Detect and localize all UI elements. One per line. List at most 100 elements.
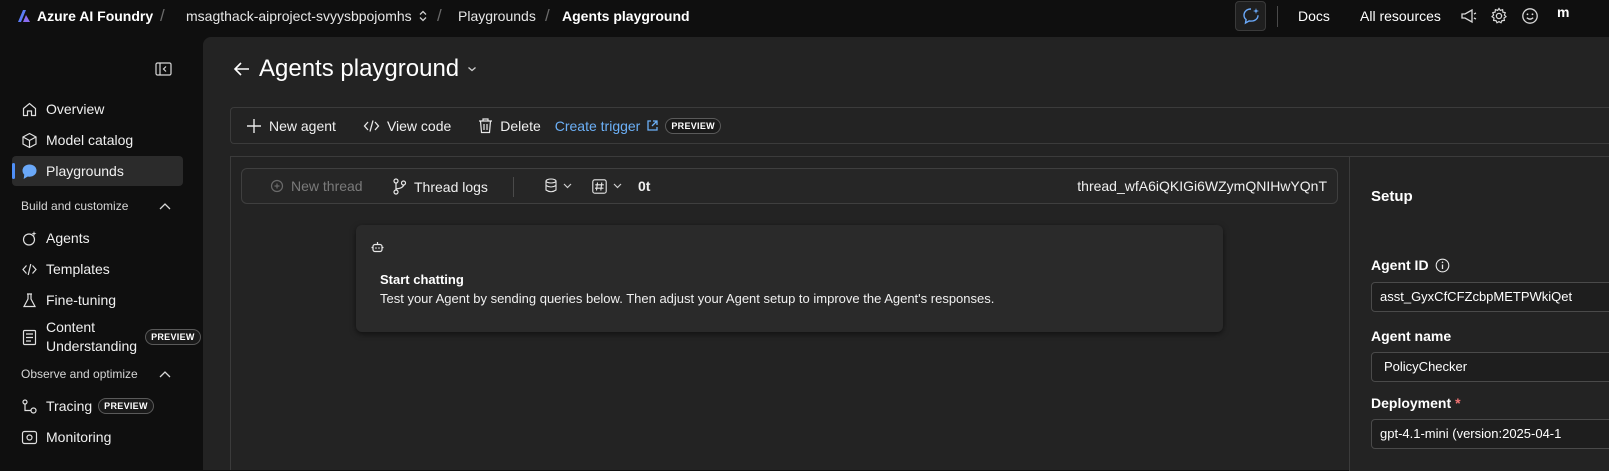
chevron-down-icon: [563, 183, 572, 189]
field-label: Deployment: [1371, 395, 1452, 411]
copilot-chat-icon: [1242, 7, 1260, 25]
chevron-up-icon: [159, 202, 171, 210]
sidebar-item-label: Model catalog: [46, 132, 134, 148]
flask-icon: [21, 292, 38, 309]
data-source-dropdown[interactable]: [545, 178, 572, 193]
monitor-eye-icon: [21, 429, 38, 446]
sidebar-item-label-group: Content Understanding: [46, 318, 137, 356]
new-thread-icon: [270, 179, 284, 193]
deployment-dropdown[interactable]: gpt-4.1-mini (version:2025-04-1: [1371, 419, 1609, 449]
button-label: New thread: [291, 178, 363, 194]
start-chatting-card: Start chatting Test your Agent by sendin…: [356, 225, 1223, 332]
breadcrumb-separator: /: [545, 6, 550, 25]
preview-badge: PREVIEW: [665, 117, 721, 134]
preview-badge: PREVIEW: [98, 398, 154, 414]
token-count-dropdown[interactable]: 0t: [592, 178, 650, 194]
topbar-divider: [1277, 6, 1278, 27]
trash-icon: [478, 117, 493, 134]
cube-icon: [21, 132, 38, 149]
new-thread-button[interactable]: New thread: [270, 178, 363, 194]
breadcrumb-playgrounds[interactable]: Playgrounds: [458, 8, 536, 24]
agent-id-field[interactable]: asst_GyxCfCFZcbpMETPWkiQet: [1371, 282, 1609, 312]
project-selector[interactable]: msagthack-aiproject-svyysbpojomhs: [186, 8, 428, 24]
sidebar-item-agents[interactable]: Agents: [12, 223, 183, 253]
thread-bar: New thread Thread logs 0t thread_wfA6iQK…: [241, 168, 1338, 204]
chat-pane: New thread Thread logs 0t thread_wfA6iQK…: [231, 157, 1349, 471]
feedback-smiley-icon[interactable]: [1521, 7, 1539, 25]
button-label: Thread logs: [414, 178, 488, 195]
sidebar-item-overview[interactable]: Overview: [12, 94, 183, 124]
view-code-button[interactable]: View code: [363, 118, 451, 134]
settings-gear-icon[interactable]: [1490, 7, 1508, 25]
top-bar: Azure AI Foundry / msagthack-aiproject-s…: [0, 0, 1609, 33]
page-title: Agents playground: [259, 55, 460, 82]
code-icon: [21, 261, 38, 278]
sidebar-item-playgrounds[interactable]: Playgrounds: [12, 156, 183, 186]
delete-button[interactable]: Delete: [478, 117, 541, 134]
agent-name-label: Agent name: [1371, 328, 1451, 344]
megaphone-icon[interactable]: [1460, 7, 1478, 25]
collapse-sidebar-icon[interactable]: [155, 62, 172, 76]
setup-title: Setup: [1371, 188, 1413, 205]
breadcrumb-separator: /: [437, 6, 442, 25]
playground-chat-icon: [21, 163, 38, 180]
sidebar-item-content-understanding[interactable]: Content Understanding PREVIEW: [12, 316, 201, 358]
thread-logs-button[interactable]: Thread logs: [392, 178, 488, 195]
agent-sparkle-icon: [21, 230, 38, 247]
section-observe-and-optimize[interactable]: Observe and optimize: [21, 367, 171, 381]
sidebar-item-templates[interactable]: Templates: [12, 254, 183, 284]
deployment-label: Deployment *: [1371, 395, 1461, 411]
sidebar-item-monitoring[interactable]: Monitoring: [12, 422, 183, 452]
all-resources-link[interactable]: All resources: [1360, 8, 1441, 24]
field-label: Agent ID: [1371, 257, 1429, 273]
section-label: Observe and optimize: [21, 367, 138, 381]
brand[interactable]: Azure AI Foundry: [17, 8, 153, 24]
sidebar-item-label: Overview: [46, 101, 105, 117]
copilot-button[interactable]: [1235, 1, 1266, 31]
branch-icon: [392, 178, 407, 195]
button-label: New agent: [269, 117, 336, 134]
sidebar-item-tracing[interactable]: Tracing PREVIEW: [12, 391, 183, 421]
thread-id: thread_wfA6iQKIGi6WZymQNIHwYQnT: [1077, 178, 1327, 194]
create-trigger-link[interactable]: Create trigger PREVIEW: [554, 117, 721, 134]
code-icon: [363, 119, 380, 133]
sidebar-item-label: Understanding: [46, 338, 138, 354]
sidebar-item-label: Playgrounds: [46, 163, 124, 179]
open-external-icon: [646, 119, 659, 132]
tracing-icon: [21, 398, 38, 415]
chevron-down-icon[interactable]: [467, 65, 477, 73]
token-count: 0t: [638, 178, 651, 194]
sidebar-item-label: Fine-tuning: [46, 292, 117, 308]
sidebar-item-model-catalog[interactable]: Model catalog: [12, 125, 183, 155]
sidebar: Overview Model catalog Playgrounds Build…: [0, 33, 203, 470]
document-list-icon: [21, 329, 38, 346]
sidebar-item-label: Templates: [46, 261, 110, 277]
info-icon[interactable]: [1435, 258, 1450, 273]
docs-link[interactable]: Docs: [1298, 8, 1330, 24]
sidebar-item-label: Agents: [46, 230, 90, 246]
breadcrumb-current: Agents playground: [562, 8, 690, 24]
setup-pane: Setup Agent ID asst_GyxCfCFZcbpMETPWkiQe…: [1349, 157, 1609, 471]
agent-id-label: Agent ID: [1371, 257, 1450, 273]
chevron-down-icon: [613, 183, 622, 189]
required-marker: *: [1455, 395, 1461, 411]
brand-label: Azure AI Foundry: [37, 8, 154, 24]
sidebar-item-fine-tuning[interactable]: Fine-tuning: [12, 285, 183, 315]
account-avatar[interactable]: m: [1557, 4, 1569, 20]
home-icon: [21, 101, 38, 118]
agent-name-field[interactable]: PolicyChecker: [1371, 352, 1609, 382]
section-build-and-customize[interactable]: Build and customize: [21, 199, 171, 213]
new-agent-button[interactable]: New agent: [246, 118, 336, 134]
link-label: Create trigger: [554, 117, 641, 134]
card-title: Start chatting: [380, 272, 464, 287]
button-label: Delete: [500, 117, 541, 134]
project-name: msagthack-aiproject-svyysbpojomhs: [186, 8, 412, 24]
updown-chevron-icon: [418, 10, 428, 22]
sidebar-item-label: Tracing: [46, 398, 93, 414]
breadcrumb-separator: /: [160, 6, 165, 25]
button-label: View code: [386, 117, 452, 134]
card-description: Test your Agent by sending queries below…: [380, 291, 995, 306]
hashtag-icon: [592, 178, 607, 194]
back-arrow-icon[interactable]: [233, 61, 251, 77]
main-panel: Agents playground New agent View code De…: [203, 37, 1609, 471]
